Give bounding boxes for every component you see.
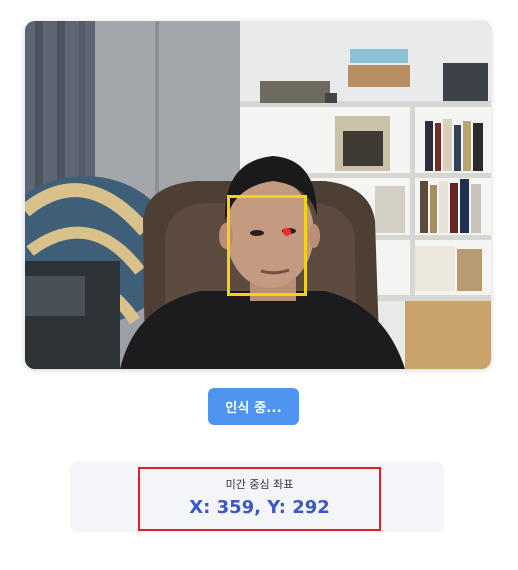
coordinate-value: X: 359, Y: 292 — [189, 497, 330, 518]
recognition-status-button[interactable]: 인식 중... — [208, 388, 299, 425]
face-tracking-page: 인식 중... 미간 중심 좌표 X: 359, Y: 292 — [0, 0, 518, 570]
glabella-center-marker — [283, 228, 291, 236]
face-detection-box — [227, 195, 307, 296]
coordinate-title: 미간 중심 좌표 — [225, 478, 294, 491]
